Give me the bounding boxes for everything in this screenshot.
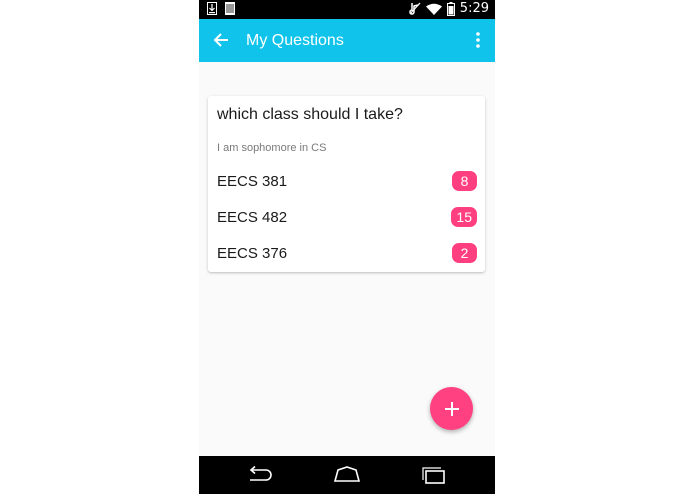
- back-nav-icon[interactable]: [246, 465, 274, 485]
- option-row[interactable]: EECS 482 15: [208, 204, 485, 232]
- add-question-button[interactable]: [430, 387, 473, 430]
- sim-card-icon: [225, 2, 235, 15]
- status-bar: 5:29: [199, 0, 495, 19]
- vote-count-badge: 8: [452, 171, 477, 191]
- option-row[interactable]: EECS 376 2: [208, 240, 485, 268]
- question-description: I am sophomore in CS: [217, 142, 327, 154]
- arrow-back-icon[interactable]: [212, 31, 230, 49]
- option-label: EECS 376: [217, 245, 288, 262]
- option-label: EECS 381: [217, 173, 288, 190]
- app-bar: My Questions: [199, 19, 495, 62]
- recent-apps-icon[interactable]: [420, 465, 448, 485]
- download-icon: [207, 2, 217, 15]
- question-card[interactable]: which class should I take? I am sophomor…: [208, 96, 485, 272]
- option-row[interactable]: EECS 381 8: [208, 168, 485, 196]
- option-label: EECS 482: [217, 209, 288, 226]
- status-left-icons: [207, 2, 235, 15]
- phone-screen: 5:29 My Questions which class should I t…: [199, 0, 495, 494]
- question-title: which class should I take?: [217, 106, 403, 123]
- plus-icon: [444, 401, 459, 416]
- battery-icon: [446, 1, 455, 16]
- home-nav-icon[interactable]: [333, 465, 361, 485]
- status-time: 5:29: [459, 1, 489, 16]
- page-title: My Questions: [246, 32, 344, 49]
- vote-count-badge: 2: [452, 243, 477, 263]
- vote-count-badge: 15: [451, 207, 477, 227]
- wifi-icon: [425, 3, 442, 15]
- navigation-bar: [199, 456, 495, 494]
- no-sound-icon: [409, 2, 421, 15]
- status-right-icons: 5:29: [409, 1, 489, 16]
- more-vert-icon[interactable]: [474, 31, 482, 49]
